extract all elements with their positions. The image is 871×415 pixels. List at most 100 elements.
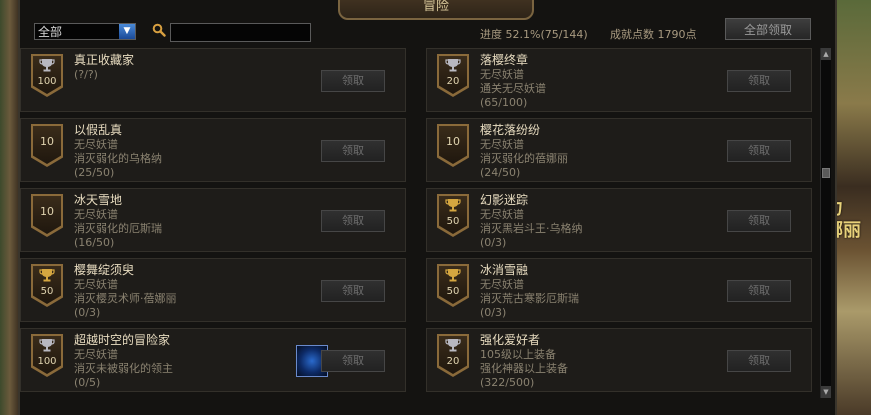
achievement-title: 超越时空的冒险家 — [74, 333, 171, 347]
achievement-points-value: 100 — [37, 356, 57, 367]
chevron-down-icon[interactable]: ▼ — [119, 24, 135, 39]
achievement-detail-line: 无尽妖谱 — [480, 208, 524, 221]
achievement-card: 10 以假乱真 无尽妖谱 消灭弱化的乌格纳 (25/50) 领取 — [20, 118, 406, 182]
scrollbar[interactable]: ▲ ▼ — [820, 48, 831, 398]
achievement-panel: 冒险 全部 ▼ 进度 52.1%(75/144) 成就点数 1790点 全部领取… — [18, 0, 837, 415]
achievement-info: 冰天雪地 无尽妖谱 消灭弱化的厄斯瑞 (16/50) — [74, 193, 324, 250]
achievement-medal-icon: 50 — [31, 264, 63, 307]
achievement-detail-line: (0/5) — [74, 376, 101, 389]
achievement-detail-line: (322/500) — [480, 376, 535, 389]
achievement-medal-icon: 50 — [437, 194, 469, 237]
achievement-detail-line: 无尽妖谱 — [480, 278, 524, 291]
achievement-points-value: 50 — [40, 286, 54, 297]
achievement-detail-line: 105级以上装备 — [480, 348, 556, 361]
achievement-detail-line: 无尽妖谱 — [480, 68, 524, 81]
achievement-card: 20 落樱终章 无尽妖谱 通关无尽妖谱 (65/100) 领取 — [426, 48, 812, 112]
trophy-cup-icon — [445, 59, 461, 72]
claim-button[interactable]: 领取 — [321, 210, 385, 232]
achievement-medal-icon: 100 — [31, 334, 63, 377]
achievement-info: 以假乱真 无尽妖谱 消灭弱化的乌格纳 (25/50) — [74, 123, 324, 180]
achievement-detail-line: 无尽妖谱 — [74, 208, 118, 221]
achievement-info: 冰消雪融 无尽妖谱 消灭荒古寒影厄斯瑞 (0/3) — [480, 263, 730, 320]
achievement-title: 强化爱好者 — [480, 333, 541, 347]
progress-text: 进度 52.1%(75/144) — [480, 28, 588, 41]
achievement-detail-line: 消灭荒古寒影厄斯瑞 — [480, 292, 579, 305]
achievement-detail-line: 通关无尽妖谱 — [480, 82, 546, 95]
achievement-points-value: 10 — [40, 205, 54, 218]
achievement-points-value: 10 — [40, 135, 54, 148]
claim-button[interactable]: 领取 — [321, 70, 385, 92]
achievement-title: 樱花落纷纷 — [480, 123, 541, 137]
achievement-card: 50 冰消雪融 无尽妖谱 消灭荒古寒影厄斯瑞 (0/3) 领取 — [426, 258, 812, 322]
scroll-down-icon[interactable]: ▼ — [821, 386, 831, 398]
achievement-detail-line: (?/?) — [74, 68, 98, 81]
achievement-detail-line: 无尽妖谱 — [74, 278, 118, 291]
trophy-cup-icon — [445, 199, 461, 212]
trophy-cup-icon — [445, 269, 461, 282]
achievement-points-value: 100 — [37, 76, 57, 87]
achievement-points-value: 50 — [446, 216, 460, 227]
achievement-detail-line: (0/3) — [74, 306, 101, 319]
achievement-detail-line: (24/50) — [480, 166, 521, 179]
achievement-points-text: 成就点数 1790点 — [610, 28, 697, 41]
achievement-title: 落樱终章 — [480, 53, 529, 67]
achievement-title: 冰消雪融 — [480, 263, 529, 277]
category-filter-select[interactable]: 全部 ▼ — [34, 23, 136, 40]
claim-button[interactable]: 领取 — [727, 350, 791, 372]
achievement-card: 20 强化爱好者 105级以上装备 强化神器以上装备 (322/500) 领取 — [426, 328, 812, 392]
achievement-title: 幻影迷踪 — [480, 193, 529, 207]
achievement-medal-icon: 10 — [31, 124, 63, 167]
trophy-cup-icon — [39, 269, 55, 282]
achievement-info: 幻影迷踪 无尽妖谱 消灭黑岩斗王·乌格纳 (0/3) — [480, 193, 730, 250]
search-input[interactable] — [170, 23, 311, 42]
achievement-title: 真正收藏家 — [74, 53, 135, 67]
achievement-card: 10 樱花落纷纷 无尽妖谱 消灭弱化的蓓娜丽 (24/50) 领取 — [426, 118, 812, 182]
achievement-card: 10 冰天雪地 无尽妖谱 消灭弱化的厄斯瑞 (16/50) 领取 — [20, 188, 406, 252]
achievement-detail-line: 强化神器以上装备 — [480, 362, 568, 375]
achievement-detail-line: 消灭未被弱化的领主 — [74, 362, 173, 375]
achievement-detail-line: 消灭弱化的乌格纳 — [74, 152, 162, 165]
achievement-medal-icon: 10 — [437, 124, 469, 167]
trophy-cup-icon — [445, 339, 461, 352]
claim-button[interactable]: 领取 — [727, 70, 791, 92]
trophy-cup-icon — [39, 339, 55, 352]
achievement-points-value: 10 — [446, 135, 460, 148]
achievement-medal-icon: 20 — [437, 54, 469, 97]
achievement-info: 真正收藏家 (?/?) — [74, 53, 324, 82]
achievement-detail-line: 消灭弱化的厄斯瑞 — [74, 222, 162, 235]
search-icon — [152, 23, 166, 37]
achievement-points-value: 20 — [446, 356, 460, 367]
achievement-info: 樱舞绽须臾 无尽妖谱 消灭樱灵术师·蓓娜丽 (0/3) — [74, 263, 324, 320]
claim-button[interactable]: 领取 — [321, 140, 385, 162]
achievement-info: 樱花落纷纷 无尽妖谱 消灭弱化的蓓娜丽 (24/50) — [480, 123, 730, 180]
scroll-up-icon[interactable]: ▲ — [821, 48, 831, 60]
achievement-medal-icon: 100 — [31, 54, 63, 97]
achievement-info: 超越时空的冒险家 无尽妖谱 消灭未被弱化的领主 (0/5) — [74, 333, 324, 390]
claim-button[interactable]: 领取 — [727, 210, 791, 232]
achievement-title: 冰天雪地 — [74, 193, 123, 207]
achievement-medal-icon: 10 — [31, 194, 63, 237]
achievement-detail-line: 消灭黑岩斗王·乌格纳 — [480, 222, 583, 235]
achievement-detail-line: (65/100) — [480, 96, 528, 109]
achievement-detail-line: (0/3) — [480, 236, 507, 249]
claim-button[interactable]: 领取 — [321, 280, 385, 302]
achievement-detail-line: 消灭弱化的蓓娜丽 — [480, 152, 568, 165]
achievement-detail-line: 消灭樱灵术师·蓓娜丽 — [74, 292, 177, 305]
achievement-card: 100 超越时空的冒险家 无尽妖谱 消灭未被弱化的领主 (0/5) 领取 — [20, 328, 406, 392]
achievement-points-value: 20 — [446, 76, 460, 87]
claim-button[interactable]: 领取 — [321, 350, 385, 372]
achievement-medal-icon: 20 — [437, 334, 469, 377]
achievement-detail-line: (0/3) — [480, 306, 507, 319]
claim-button[interactable]: 领取 — [727, 280, 791, 302]
claim-all-button[interactable]: 全部领取 — [725, 18, 811, 40]
scroll-thumb[interactable] — [822, 168, 830, 178]
achievement-points-value: 50 — [446, 286, 460, 297]
achievement-title: 樱舞绽须臾 — [74, 263, 135, 277]
window-title: 冒险 — [422, 0, 449, 14]
claim-button[interactable]: 领取 — [727, 140, 791, 162]
trophy-cup-icon — [39, 59, 55, 72]
achievement-title: 以假乱真 — [74, 123, 123, 137]
window-title-tab: 冒险 — [338, 0, 534, 20]
filter-selected-value: 全部 — [38, 25, 63, 39]
achievement-detail-line: 无尽妖谱 — [74, 138, 118, 151]
